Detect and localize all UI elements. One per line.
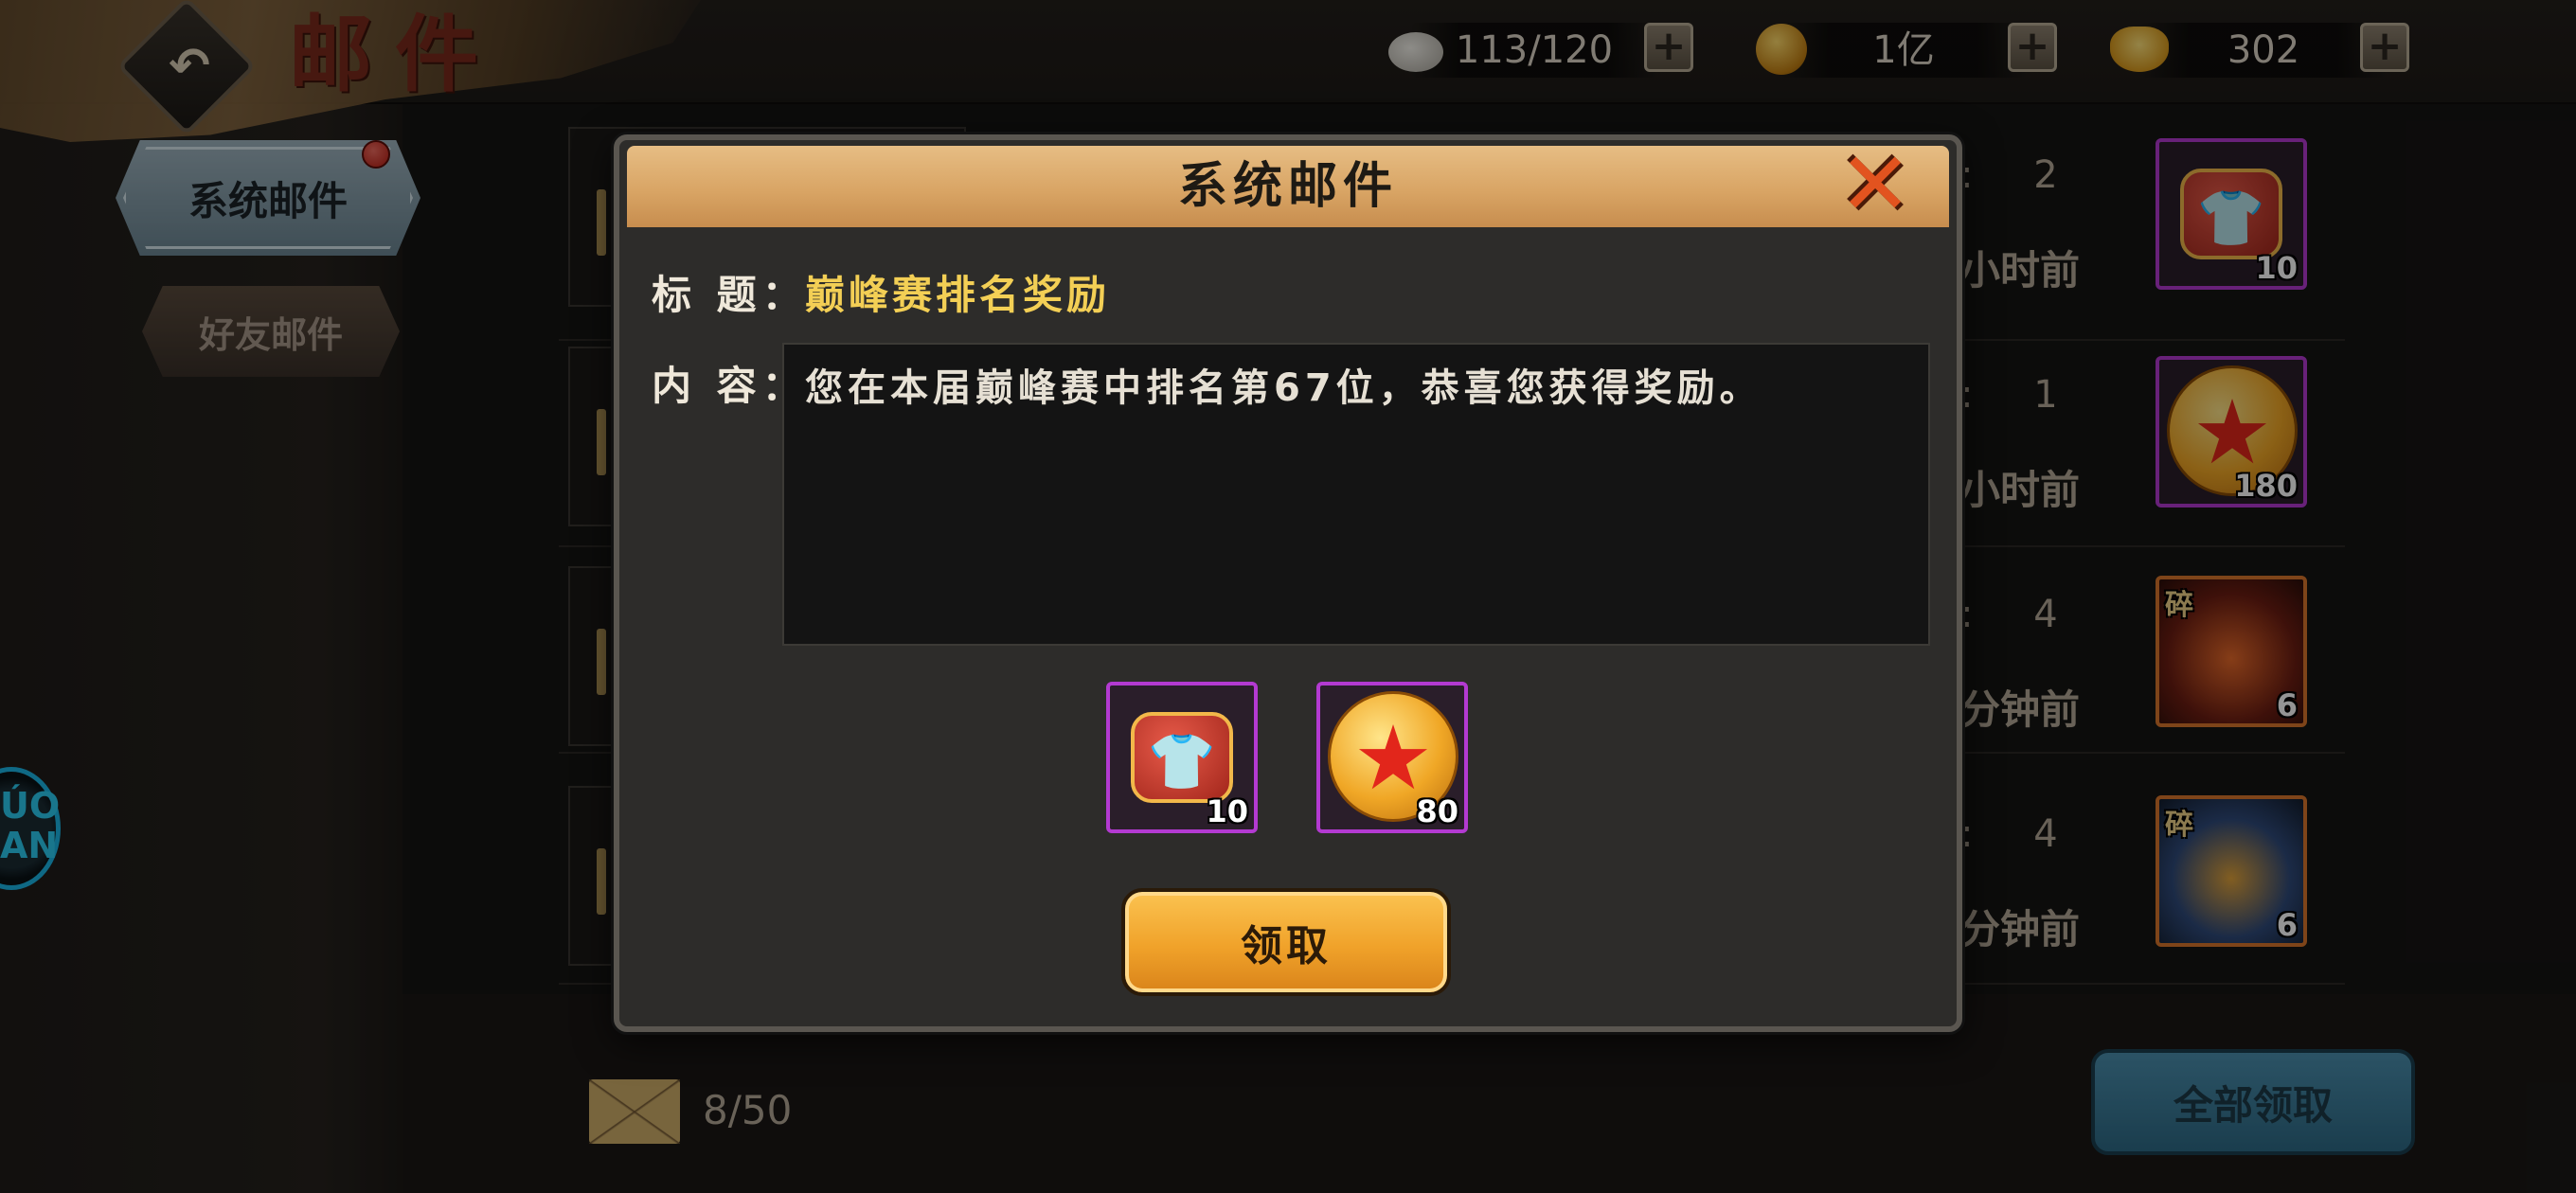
reward-count: 80 bbox=[1416, 793, 1458, 829]
subject-label: 标 题： bbox=[652, 272, 808, 318]
receive-button-label: 领取 bbox=[1241, 922, 1332, 970]
costume-fragment-icon: 👕 bbox=[1131, 712, 1233, 803]
content-text: 您在本届巅峰赛中排名第67位，恭喜您获得奖励。 bbox=[805, 366, 1762, 410]
dialog-reward-slot[interactable]: 👕 10 bbox=[1106, 682, 1258, 833]
close-x-icon[interactable]: ✕ bbox=[1835, 141, 1915, 228]
receive-button[interactable]: 领取 bbox=[1121, 888, 1451, 996]
subject-value: 巅峰赛排名奖励 bbox=[805, 272, 1111, 318]
dialog-title: 系统邮件 bbox=[1177, 158, 1398, 215]
reward-count: 10 bbox=[1206, 793, 1248, 829]
dialog-reward-slot[interactable]: ★ 80 bbox=[1316, 682, 1468, 833]
